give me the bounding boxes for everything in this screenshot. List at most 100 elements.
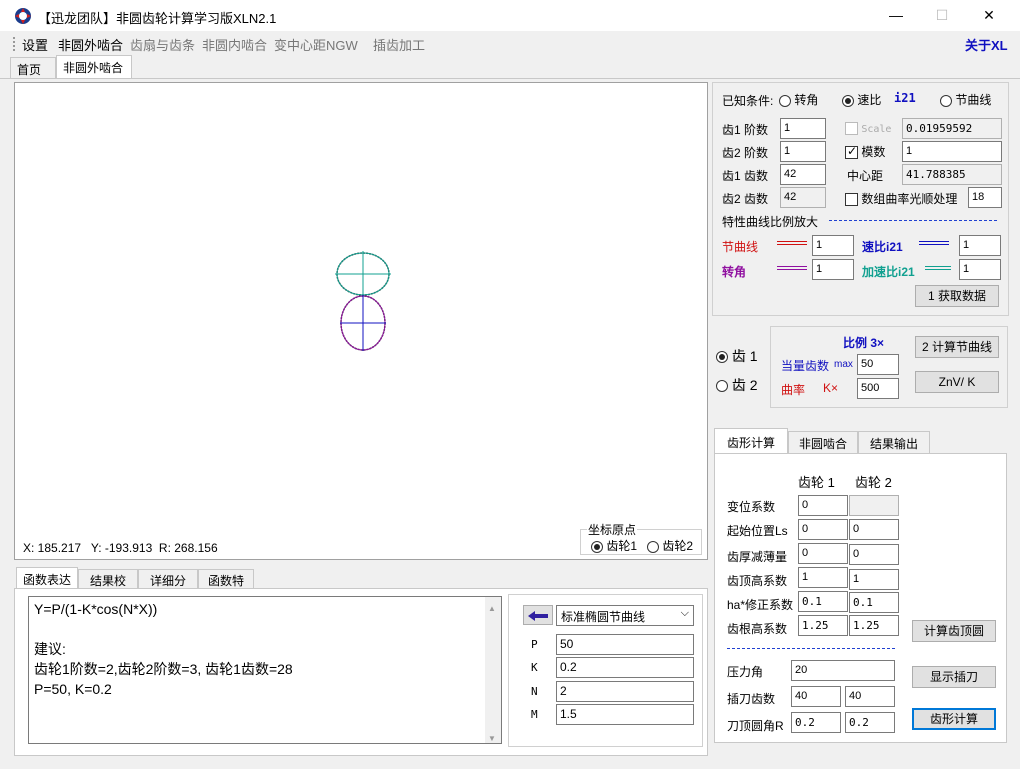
gear1-select-radio[interactable]: 齿 1 — [716, 346, 758, 366]
scroll-down-icon[interactable]: ▼ — [488, 729, 496, 749]
gear1-teeth-input[interactable]: 42 — [780, 164, 826, 185]
minimize-button[interactable]: — — [873, 0, 919, 31]
close-button[interactable]: ✕ — [966, 0, 1012, 31]
known-label: 已知条件: — [722, 94, 774, 108]
smooth-checkbox[interactable]: 数组曲率光顺处理 — [845, 190, 957, 207]
cutter-teeth-label: 插刀齿数 — [727, 692, 776, 706]
menu-variable-center-ngw[interactable]: 变中心距NGW — [274, 35, 358, 54]
thickness-reduction-gear1-input[interactable]: 0 — [798, 543, 848, 564]
znv-k-button[interactable]: ZnV/ K — [915, 371, 999, 393]
menu-sector-rack[interactable]: 齿扇与齿条 — [130, 35, 195, 54]
preset-select[interactable]: 标准椭圆节曲线 ⌵ — [556, 605, 694, 626]
tab-noncircular-external[interactable]: 非圆外啮合 — [56, 55, 132, 79]
dedendum-coef-gear1-input[interactable]: 1.25 — [798, 615, 848, 636]
addendum-coef-gear1-input[interactable]: 1 — [798, 567, 848, 588]
curvature-label: 曲率 — [781, 383, 806, 397]
tab-function-special[interactable]: 函数特例 — [198, 569, 254, 605]
scale-input: 0.01959592 — [902, 118, 1002, 139]
tooth-calc-button[interactable]: 齿形计算 — [912, 708, 996, 730]
pitch-curve-scale-input[interactable]: 1 — [812, 235, 854, 256]
tab-result-check[interactable]: 结果校验 — [78, 569, 138, 605]
function-suggestion-title: 建议: — [34, 641, 66, 657]
fetch-data-button[interactable]: 1 获取数据 — [915, 285, 999, 307]
calc-pitch-curve-button[interactable]: 2 计算节曲线 — [915, 336, 999, 358]
gear2-teeth-input: 42 — [780, 187, 826, 208]
menu-settings[interactable]: 设置 — [22, 35, 48, 54]
ha-correction-gear2-input[interactable]: 0.1 — [849, 592, 899, 613]
ha-correction-gear1-input[interactable]: 0.1 — [798, 591, 848, 612]
text-area-scrollbar[interactable]: ▲ ▼ — [485, 597, 501, 743]
start-position-gear2-input[interactable]: 0 — [849, 519, 899, 540]
tab-home[interactable]: 首页 — [10, 57, 56, 79]
start-position-label: 起始位置Ls — [727, 524, 788, 538]
cutter-teeth-gear1-input[interactable]: 40 — [791, 686, 841, 707]
tab-divider — [0, 78, 1020, 79]
scroll-up-icon[interactable]: ▲ — [488, 599, 496, 619]
show-cutter-button[interactable]: 显示插刀 — [912, 666, 996, 688]
gear2-select-radio[interactable]: 齿 2 — [716, 375, 758, 395]
drawing-canvas[interactable]: X: 185.217 Y: -193.913 R: 268.156 坐标原点 齿… — [14, 82, 708, 560]
menu-gear-shaping[interactable]: 插齿加工 — [373, 35, 425, 54]
dedendum-coef-label: 齿根高系数 — [727, 622, 788, 636]
param-n-input[interactable]: 2 — [556, 681, 694, 702]
pressure-angle-input[interactable]: 20 — [791, 660, 895, 681]
curve-scale-divider — [829, 220, 997, 221]
origin-gear2-radio[interactable]: 齿轮2 — [647, 537, 693, 554]
window-title: 【迅龙团队】非圆齿轮计算学习版XLN2.1 — [38, 11, 277, 26]
checkbox-indicator — [845, 144, 858, 160]
tooth-calc-panel: 齿轮 1 齿轮 2 变位系数 0 起始位置Ls 0 0 齿厚减薄量 0 0 齿顶… — [714, 453, 1007, 743]
origin-group: 坐标原点 齿轮1 齿轮2 — [580, 521, 702, 555]
origin-gear1-radio[interactable]: 齿轮1 — [591, 537, 637, 554]
known-angle-radio[interactable]: 转角 — [779, 91, 818, 108]
gear2-select-label: 齿 2 — [731, 377, 758, 393]
smooth-label: 数组曲率光顺处理 — [861, 192, 958, 206]
speed-curve-label: 速比i21 — [862, 240, 903, 254]
smooth-input[interactable]: 18 — [968, 187, 1002, 208]
addendum-coef-gear2-input[interactable]: 1 — [849, 569, 899, 590]
menu-noncircular-internal[interactable]: 非圆内啮合 — [202, 35, 267, 54]
gear1-order-input[interactable]: 1 — [780, 118, 826, 139]
param-k-input[interactable]: 0.2 — [556, 657, 694, 678]
angle-curve-scale-input[interactable]: 1 — [812, 259, 854, 280]
module-checkbox[interactable]: 模数 — [845, 143, 885, 160]
curvature-input[interactable]: 500 — [857, 378, 899, 399]
maximize-button[interactable]: ☐ — [919, 0, 965, 31]
tab-detail-analysis[interactable]: 详细分析 — [138, 569, 198, 605]
param-n-label: N — [531, 685, 538, 698]
accel-curve-scale-input[interactable]: 1 — [959, 259, 1001, 280]
apply-preset-button[interactable] — [523, 605, 553, 625]
known-pitch-label: 节曲线 — [955, 93, 992, 107]
gear2-teeth-label: 齿2 齿数 — [722, 192, 769, 206]
known-pitch-radio[interactable]: 节曲线 — [940, 91, 991, 108]
calc-addendum-circle-button[interactable]: 计算齿顶圆 — [912, 620, 996, 642]
thickness-reduction-gear2-input[interactable]: 0 — [849, 544, 899, 565]
function-text-area[interactable]: Y=P/(1-K*cos(N*X)) 建议: 齿轮1阶数=2,齿轮2阶数=3, … — [28, 596, 502, 744]
known-speed-radio[interactable]: 速比 — [842, 91, 881, 108]
param-m-input[interactable]: 1.5 — [556, 704, 694, 725]
radio-indicator — [591, 540, 603, 553]
dedendum-coef-gear2-input[interactable]: 1.25 — [849, 615, 899, 636]
tab-tooth-calc[interactable]: 齿形计算 — [714, 428, 788, 454]
param-p-input[interactable]: 50 — [556, 634, 694, 655]
menu-about[interactable]: 关于XL — [965, 35, 1008, 54]
module-label: 模数 — [861, 145, 886, 159]
equivalent-teeth-input[interactable]: 50 — [857, 354, 899, 375]
gear1-select-label: 齿 1 — [731, 348, 758, 364]
gear1-order-label: 齿1 阶数 — [722, 123, 769, 137]
preset-select-value: 标准椭圆节曲线 — [561, 610, 646, 624]
cutter-teeth-gear2-input[interactable]: 40 — [845, 686, 895, 707]
speed-curve-scale-input[interactable]: 1 — [959, 235, 1001, 256]
cutter-tip-radius-gear2-input[interactable]: 0.2 — [845, 712, 895, 733]
tab-function-expression[interactable]: 函数表达 — [16, 567, 78, 589]
tab-result-output[interactable]: 结果输出 — [858, 431, 930, 453]
shift-coef-gear1-input[interactable]: 0 — [798, 495, 848, 516]
menu-noncircular-external[interactable]: 非圆外啮合 — [58, 35, 123, 54]
start-position-gear1-input[interactable]: 0 — [798, 519, 848, 540]
scale-checkbox[interactable]: Scale — [845, 121, 891, 136]
gear2-order-input[interactable]: 1 — [780, 141, 826, 162]
cutter-tip-radius-gear1-input[interactable]: 0.2 — [791, 712, 841, 733]
tab-noncircular-mesh[interactable]: 非圆啮合 — [788, 431, 858, 453]
function-suggestion-line2: P=50, K=0.2 — [34, 681, 112, 697]
module-input[interactable]: 1 — [902, 141, 1002, 162]
ratio-panel: 比例 3× 当量齿数 max 50 曲率 K× 500 2 计算节曲线 ZnV/… — [770, 326, 1008, 408]
